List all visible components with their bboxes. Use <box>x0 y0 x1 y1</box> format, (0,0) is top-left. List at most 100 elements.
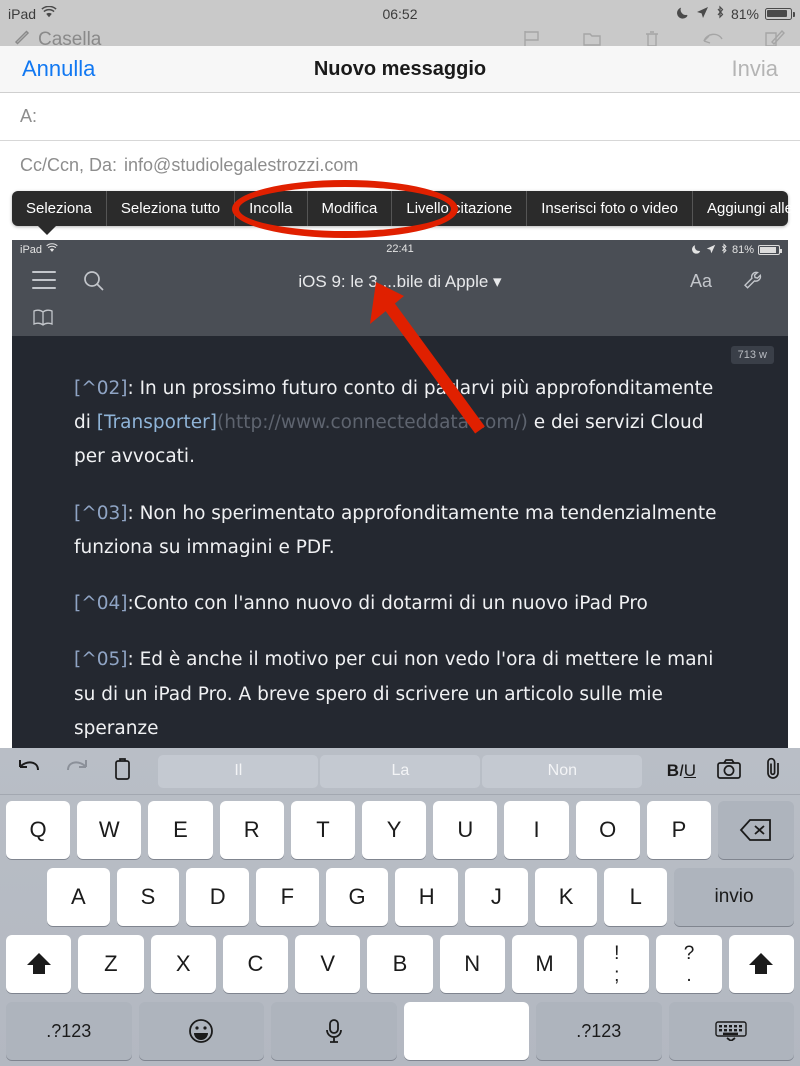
article-paragraph: [^05]: Ed è anche il motivo per cui non … <box>74 643 726 746</box>
cc-field-label: Cc/Ccn, Da: <box>20 154 118 175</box>
send-button[interactable]: Invia <box>732 56 778 82</box>
key-g[interactable]: G <box>325 868 389 926</box>
numeric-key-right[interactable]: .?123 <box>536 1002 662 1060</box>
punct-bottom: ; <box>614 964 620 986</box>
keyboard-row-4: .?123 .?123 <box>0 1000 800 1062</box>
keyboard-row-3: Z X C V B N M!;?. <box>0 933 800 995</box>
editor-toolbar: iOS 9: le 3 ...bile di Apple ▾ Aa <box>12 260 788 302</box>
context-menu-item[interactable]: Livello citazione <box>392 191 528 226</box>
compose-nav-bar: Annulla Nuovo messaggio Invia <box>0 46 800 93</box>
key-o[interactable]: O <box>575 801 640 859</box>
context-menu-item[interactable]: Aggiungi allegato <box>693 191 800 226</box>
footnote-ref: [^05] <box>74 649 128 671</box>
footnote-ref: [^04] <box>74 593 128 615</box>
context-menu-item[interactable]: Incolla <box>235 191 308 226</box>
bluetooth-icon <box>715 5 725 22</box>
microphone-icon[interactable] <box>271 1002 397 1060</box>
key-d[interactable]: D <box>186 868 250 926</box>
key-j[interactable]: J <box>465 868 528 926</box>
shift-icon-right[interactable] <box>728 935 794 993</box>
key-t[interactable]: T <box>290 801 356 859</box>
key-i[interactable]: I <box>504 801 569 859</box>
key-c[interactable]: C <box>222 935 289 993</box>
key-r[interactable]: R <box>219 801 284 859</box>
key-f[interactable]: F <box>256 868 319 926</box>
embedded-status-right: 81% <box>692 243 782 257</box>
embedded-battery-label: 81% <box>731 244 754 256</box>
space-key[interactable] <box>403 1002 529 1060</box>
backspace-icon[interactable] <box>718 801 795 859</box>
from-address-value: info@studiolegalestrozzi.com <box>124 154 359 175</box>
key-y[interactable]: Y <box>362 801 427 859</box>
location-arrow-icon <box>706 244 716 257</box>
suggestion-chip[interactable]: Non <box>482 754 643 788</box>
exclamation-semicolon-key[interactable]: !; <box>584 935 650 993</box>
paragraph-text: : Ed è anche il motivo per cui non vedo … <box>74 649 714 739</box>
embedded-status-bar: iPad 22:41 81% <box>12 240 788 260</box>
bluetooth-icon <box>720 243 728 257</box>
key-m[interactable]: M <box>511 935 578 993</box>
to-field[interactable]: A: <box>0 93 800 141</box>
footnote-ref: [^03] <box>74 502 128 524</box>
inline-link[interactable]: [Transporter] <box>97 412 217 433</box>
embedded-screenshot-attachment[interactable]: iPad 22:41 81% iOS 9: le 3 ...bile di Ap… <box>12 240 788 748</box>
context-menu-item[interactable]: Modifica <box>308 191 393 226</box>
battery-percent-label: 81% <box>730 5 759 22</box>
on-screen-keyboard: Il La Non BIU QWERTYUIOP A S D F G H J K Linvio ZX… <box>0 748 800 1066</box>
context-menu-item[interactable]: Seleziona <box>12 191 107 226</box>
key-e[interactable]: E <box>148 801 213 859</box>
camera-icon[interactable] <box>716 758 742 785</box>
undo-icon[interactable] <box>16 758 42 785</box>
key-u[interactable]: U <box>433 801 498 859</box>
key-v[interactable]: V <box>295 935 361 993</box>
key-z[interactable]: Z <box>78 935 144 993</box>
context-menu-item[interactable]: Seleziona tutto <box>107 191 236 226</box>
key-x[interactable]: X <box>150 935 216 993</box>
shift-icon-left[interactable] <box>6 935 72 993</box>
page-title: Nuovo messaggio <box>313 57 487 80</box>
footnote-ref: [^02] <box>74 378 128 399</box>
paste-icon[interactable] <box>112 757 134 786</box>
key-w[interactable]: W <box>77 801 142 859</box>
numeric-key-left[interactable]: .?123 <box>6 1002 132 1060</box>
key-k[interactable]: K <box>534 868 598 926</box>
cc-from-field[interactable]: Cc/Ccn, Da: info@studiolegalestrozzi.com <box>0 141 800 189</box>
key-p[interactable]: P <box>646 801 712 859</box>
punct-top: ? <box>683 942 695 964</box>
article-paragraph: [^02]: In un prossimo futuro conto di pa… <box>74 372 726 475</box>
paperclip-icon[interactable] <box>762 757 784 786</box>
editor-title[interactable]: iOS 9: le 3 ...bile di Apple ▾ <box>12 272 788 292</box>
font-size-button[interactable]: Aa <box>690 271 712 292</box>
suggestion-chip[interactable]: Il <box>158 754 319 788</box>
status-bar: iPad 06:52 81% <box>0 0 800 27</box>
article-text[interactable]: [^02]: In un prossimo futuro conto di pa… <box>12 336 788 748</box>
book-icon[interactable] <box>32 308 54 333</box>
to-field-label: A: <box>20 106 38 126</box>
bold-italic-underline-button[interactable]: BIU <box>667 761 696 781</box>
wrench-icon[interactable] <box>742 270 764 297</box>
paragraph-text: : Non ho sperimentato approfonditamente … <box>74 502 717 558</box>
format-tools-right: BIU <box>667 757 800 786</box>
context-menu: Seleziona Seleziona tutto Incolla Modifica L… <box>12 191 800 226</box>
context-menu-item[interactable]: Inserisci foto o video <box>527 191 694 226</box>
hide-keyboard-icon[interactable] <box>668 1002 794 1060</box>
keyboard-row-1: QWERTYUIOP <box>0 799 800 861</box>
status-bar-right: 81% <box>677 5 796 22</box>
key-l[interactable]: L <box>604 868 668 926</box>
editor-subbar <box>12 302 788 336</box>
punct-bottom: . <box>686 964 692 986</box>
key-h[interactable]: H <box>395 868 459 926</box>
question-period-key[interactable]: ?. <box>656 935 722 993</box>
redo-icon[interactable] <box>64 758 90 785</box>
suggestion-list: Il La Non <box>134 754 667 788</box>
key-s[interactable]: S <box>116 868 180 926</box>
key-n[interactable]: N <box>439 935 505 993</box>
key-b[interactable]: B <box>367 935 433 993</box>
suggestion-chip[interactable]: La <box>320 754 481 788</box>
key-a[interactable]: A <box>47 868 110 926</box>
enter-key[interactable]: invio <box>674 868 795 926</box>
key-q[interactable]: Q <box>6 801 71 859</box>
emoji-icon[interactable] <box>138 1002 264 1060</box>
battery-icon <box>758 245 782 255</box>
inline-url: (http://www.connecteddata.com/) <box>217 412 528 434</box>
